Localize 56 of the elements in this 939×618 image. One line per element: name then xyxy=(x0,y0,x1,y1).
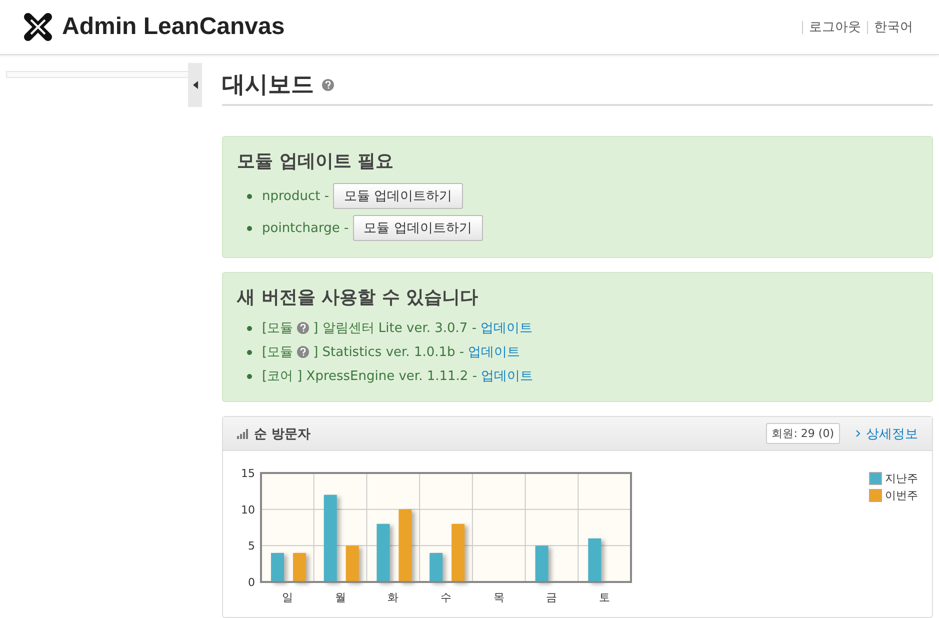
caret-icon xyxy=(192,81,198,89)
module-name: pointcharge - xyxy=(262,220,349,236)
chart-bar xyxy=(430,552,443,582)
x-tick-label: 일 xyxy=(282,591,293,604)
app-title: Admin LeanCanvas xyxy=(62,13,285,41)
item-type: [코어 xyxy=(262,368,294,385)
y-tick-label: 5 xyxy=(248,540,255,553)
y-tick-label: 0 xyxy=(248,576,255,589)
chart-bar xyxy=(452,524,465,582)
legend-label: 지난주 xyxy=(885,471,918,486)
help-icon[interactable] xyxy=(297,322,310,334)
update-link[interactable]: 업데이트 xyxy=(481,367,534,385)
y-tick-label: 15 xyxy=(241,467,255,480)
x-tick-label: 금 xyxy=(546,591,558,604)
alert-title: 새 버전을 사용할 수 있습니다 xyxy=(237,286,480,309)
header-link[interactable]: 로그아웃 xyxy=(802,20,867,34)
signal-icon xyxy=(237,428,248,438)
bullet-icon xyxy=(247,350,252,354)
header-link[interactable]: 한국어 xyxy=(867,20,919,34)
update-link[interactable]: 업데이트 xyxy=(480,319,533,337)
update-link[interactable]: 업데이트 xyxy=(468,343,520,361)
x-tick-label: 수 xyxy=(440,591,452,604)
help-icon[interactable] xyxy=(322,78,334,90)
chart-bar xyxy=(535,546,548,582)
item-type: [모듈 xyxy=(262,344,294,361)
chart-bar xyxy=(588,538,602,582)
bullet-icon xyxy=(247,326,252,330)
item-type: [모듈 xyxy=(262,320,294,337)
version-text: ] Statistics ver. 1.0.1b - xyxy=(313,344,464,360)
x-tick-label: 토 xyxy=(599,591,610,604)
panel-title: 순 방문자 xyxy=(254,426,312,442)
version-text: ] 알림센터 Lite ver. 3.0.7 - xyxy=(313,320,477,337)
bullet-icon xyxy=(247,226,252,230)
x-tick-label: 목 xyxy=(493,591,504,604)
legend-label: 이번주 xyxy=(885,488,918,503)
y-tick-label: 10 xyxy=(241,503,255,516)
bullet-icon xyxy=(247,374,252,378)
member-count: 회원: 29 (0) xyxy=(766,423,840,444)
module-name: nproduct - xyxy=(262,188,330,204)
help-icon[interactable] xyxy=(297,346,310,358)
detail-link[interactable]: 상세정보 xyxy=(866,424,918,442)
chevron-icon xyxy=(856,430,860,437)
update-button[interactable]: 모듈 업데이트하기 xyxy=(333,183,464,209)
bullet-icon xyxy=(247,194,252,198)
version-text: ] XpressEngine ver. 1.11.2 - xyxy=(297,368,478,384)
page-title: 대시보드 xyxy=(222,71,314,100)
update-button[interactable]: 모듈 업데이트하기 xyxy=(352,215,483,241)
logo-icon xyxy=(22,11,54,43)
chart-bar xyxy=(293,552,306,582)
collapse-button[interactable] xyxy=(188,63,202,107)
chart-bar xyxy=(346,546,359,582)
x-tick-label: 화 xyxy=(388,591,399,604)
chart-bar xyxy=(376,524,390,582)
chart-bar xyxy=(271,552,284,582)
alert-title: 모듈 업데이트 필요 xyxy=(237,150,395,173)
x-tick-label: 월 xyxy=(334,591,346,604)
